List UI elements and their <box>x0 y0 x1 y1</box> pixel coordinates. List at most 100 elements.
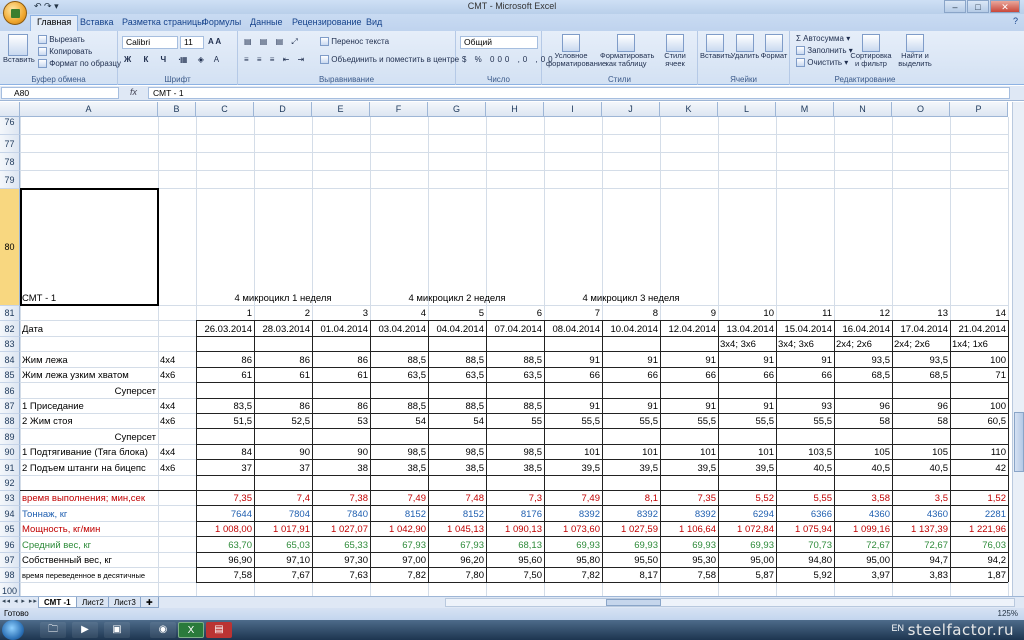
insert-sheet-icon[interactable]: ✚ <box>140 597 159 608</box>
selected-cell-a80[interactable] <box>20 188 159 306</box>
sheet-tab-list3[interactable]: Лист3 <box>108 597 142 608</box>
column-header-e[interactable]: E <box>312 102 370 117</box>
row-header-83[interactable]: 83 <box>0 337 20 352</box>
tab-formulas[interactable]: Формулы <box>202 16 241 28</box>
font-size-select[interactable]: 11 <box>180 36 204 49</box>
tab-insert[interactable]: Вставка <box>80 16 113 28</box>
select-all-corner[interactable] <box>0 102 20 117</box>
merge-center-button[interactable]: Объединить и поместить в центре <box>320 55 459 65</box>
row-header-92[interactable]: 92 <box>0 476 20 491</box>
sheet-tab-list2[interactable]: Лист2 <box>76 597 110 608</box>
vertical-align-icons[interactable]: ▤ ▤ ▤ ⤢ <box>244 37 301 47</box>
formula-input[interactable]: СМТ - 1 <box>148 87 1010 99</box>
excel-taskbar-icon[interactable]: X <box>178 622 204 638</box>
column-header-h[interactable]: H <box>486 102 544 117</box>
pdf-reader-icon[interactable]: ▤ <box>206 622 232 638</box>
app-icon[interactable]: ◉ <box>150 622 176 638</box>
worksheet-grid[interactable]: A B C D E F G H I J K L M N O P 76 77 78 79 80 81 82 83 84 85 86 87… <box>0 102 1012 596</box>
row-header-77[interactable]: 77 <box>0 135 20 153</box>
fx-icon[interactable]: fx <box>130 87 137 97</box>
start-button[interactable] <box>2 620 24 640</box>
tab-view[interactable]: Вид <box>366 16 382 28</box>
autosum-button[interactable]: Σ Автосумма ▾ <box>796 34 850 43</box>
clear-button[interactable]: Очистить ▾ <box>796 58 848 68</box>
row-header-100[interactable]: 100 <box>0 583 20 596</box>
media-player-icon[interactable]: ▶ <box>72 622 98 638</box>
paste-button[interactable]: Вставить <box>3 34 35 64</box>
minimize-button[interactable]: – <box>944 0 966 13</box>
grow-font-icon[interactable]: A A <box>208 37 221 46</box>
tab-review[interactable]: Рецензирование <box>292 16 362 28</box>
row-header-90[interactable]: 90 <box>0 445 20 460</box>
column-header-l[interactable]: L <box>718 102 776 117</box>
column-header-m[interactable]: M <box>776 102 834 117</box>
column-header-j[interactable]: J <box>602 102 660 117</box>
sort-filter-button[interactable]: Сортировка и фильтр <box>850 34 892 68</box>
column-header-g[interactable]: G <box>428 102 486 117</box>
cut-button[interactable]: Вырезать <box>38 35 85 45</box>
conditional-format-button[interactable]: Условное форматирование <box>546 34 606 68</box>
insert-cells-button[interactable]: Вставить <box>700 34 732 60</box>
column-header-d[interactable]: D <box>254 102 312 117</box>
row-header-91[interactable]: 91 <box>0 460 20 476</box>
name-box[interactable]: A80 <box>1 87 119 99</box>
row-header-86[interactable]: 86 <box>0 383 20 399</box>
row-header-78[interactable]: 78 <box>0 153 20 171</box>
language-indicator[interactable]: EN <box>891 623 904 633</box>
column-header-p[interactable]: P <box>950 102 1008 117</box>
font-name-select[interactable]: Calibri <box>122 36 178 49</box>
folder-icon[interactable]: ▣ <box>104 622 130 638</box>
row-header-80[interactable]: 80 <box>0 189 20 306</box>
row-header-81[interactable]: 81 <box>0 306 20 321</box>
number-format-select[interactable]: Общий <box>460 36 538 49</box>
tab-data[interactable]: Данные <box>250 16 283 28</box>
row-header-88[interactable]: 88 <box>0 414 20 429</box>
row-header-79[interactable]: 79 <box>0 171 20 189</box>
column-header-a[interactable]: A <box>20 102 158 117</box>
horizontal-scrollbar[interactable] <box>445 598 1015 607</box>
explorer-icon[interactable]: 🗀 <box>40 622 66 638</box>
format-cells-button[interactable]: Формат <box>760 34 788 60</box>
wrap-text-button[interactable]: Перенос текста <box>320 37 389 47</box>
column-header-c[interactable]: C <box>196 102 254 117</box>
office-button[interactable] <box>3 1 27 25</box>
row-header-95[interactable]: 95 <box>0 522 20 537</box>
row-header-97[interactable]: 97 <box>0 553 20 568</box>
row-header-84[interactable]: 84 <box>0 352 20 368</box>
row-header-87[interactable]: 87 <box>0 399 20 414</box>
fill-button[interactable]: Заполнить ▾ <box>796 46 853 56</box>
tab-home[interactable]: Главная <box>30 15 79 31</box>
help-icon[interactable]: ? <box>1013 16 1018 26</box>
find-select-button[interactable]: Найти и выделить <box>894 34 936 68</box>
horizontal-scroll-thumb[interactable] <box>606 599 661 606</box>
sheet-nav-arrows[interactable]: ◂◂ ◂ ▸ ▸▸ <box>2 597 38 605</box>
row-header-93[interactable]: 93 <box>0 491 20 506</box>
close-button[interactable]: ✕ <box>990 0 1020 13</box>
format-painter-button[interactable]: Формат по образцу <box>38 59 121 69</box>
row-header-96[interactable]: 96 <box>0 537 20 553</box>
row-header-82[interactable]: 82 <box>0 321 20 337</box>
bold-italic-underline-buttons[interactable]: Ж К Ч · <box>124 55 186 64</box>
column-header-k[interactable]: K <box>660 102 718 117</box>
column-header-f[interactable]: F <box>370 102 428 117</box>
row-header-76[interactable]: 76 <box>0 117 20 135</box>
borders-fill-color-icons[interactable]: ▦ ◈ A <box>180 55 223 64</box>
row-header-98[interactable]: 98 <box>0 568 20 583</box>
format-as-table-button[interactable]: Форматировать как таблицу <box>600 34 654 68</box>
sheet-tab-smt1[interactable]: СМТ -1 <box>38 597 77 608</box>
maximize-button[interactable]: □ <box>967 0 989 13</box>
copy-button[interactable]: Копировать <box>38 47 92 57</box>
column-header-i[interactable]: I <box>544 102 602 117</box>
row-header-89[interactable]: 89 <box>0 429 20 445</box>
column-header-b[interactable]: B <box>158 102 196 117</box>
horizontal-align-icons[interactable]: ≡ ≡ ≡ ⇤ ⇥ <box>244 55 307 64</box>
zoom-level[interactable]: 125% <box>998 608 1018 620</box>
delete-cells-button[interactable]: Удалить <box>730 34 760 60</box>
cell-styles-button[interactable]: Стили ячеек <box>656 34 694 68</box>
row-header-94[interactable]: 94 <box>0 506 20 522</box>
vertical-scroll-thumb[interactable] <box>1014 412 1024 472</box>
row-header-85[interactable]: 85 <box>0 368 20 383</box>
column-header-n[interactable]: N <box>834 102 892 117</box>
column-header-o[interactable]: O <box>892 102 950 117</box>
tab-page-layout[interactable]: Разметка страницы <box>122 16 204 28</box>
